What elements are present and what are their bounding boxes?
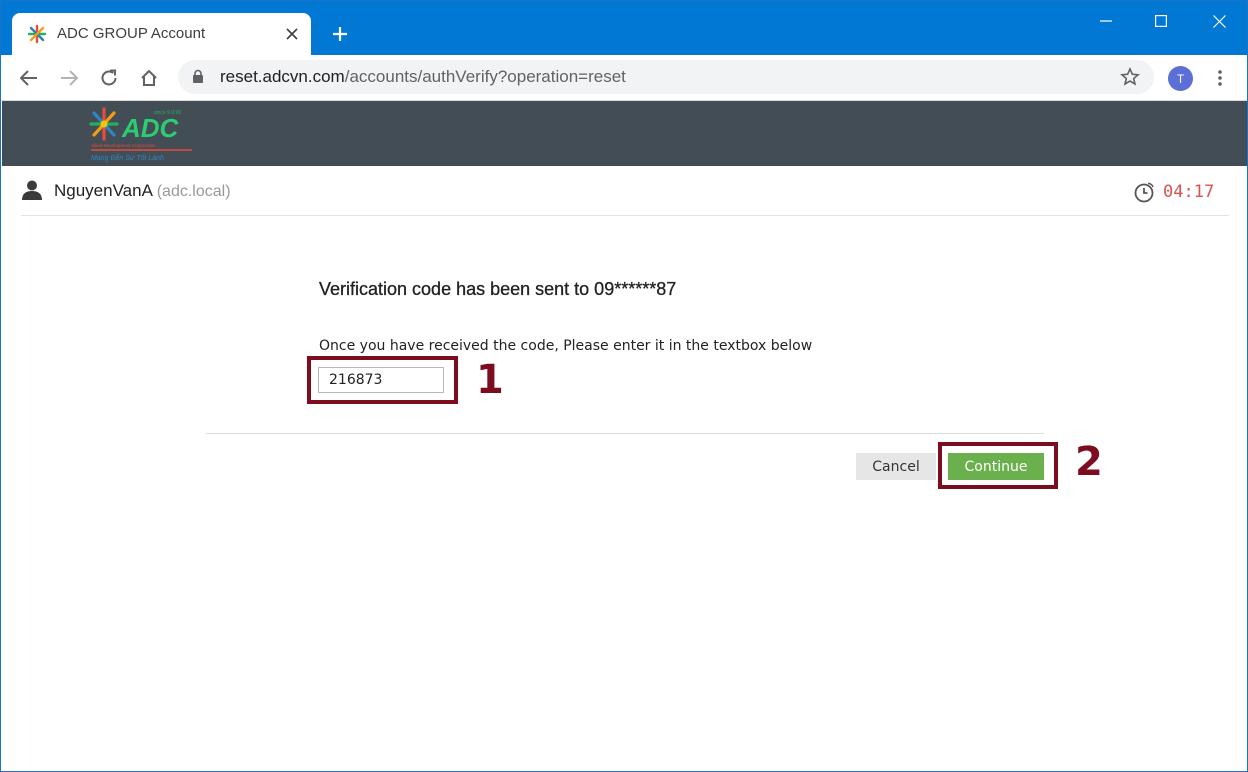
profile-avatar[interactable]: T [1168, 66, 1193, 91]
new-tab-icon[interactable] [326, 20, 354, 48]
browser-toolbar: reset.adcvn.com/accounts/authVerify?oper… [1, 55, 1247, 101]
tab-title: ADC GROUP Account [57, 25, 206, 42]
divider [206, 433, 1044, 434]
continue-button[interactable]: Continue [948, 453, 1044, 480]
step-2-label: 2 [1075, 439, 1103, 485]
svg-text:Mang Đến Sự Tốt Lành: Mang Đến Sự Tốt Lành [91, 154, 164, 162]
close-window-icon[interactable] [1196, 7, 1242, 35]
back-icon[interactable] [14, 63, 44, 93]
url-host: reset.adcvn.com [220, 67, 345, 86]
username: NguyenVanA [54, 181, 152, 200]
maximize-icon[interactable] [1138, 7, 1184, 35]
url-text: reset.adcvn.com/accounts/authVerify?oper… [220, 67, 626, 87]
svg-text:Allied Development Corporation: Allied Development Corporation [91, 143, 156, 148]
url-path: /accounts/authVerify?operation=reset [344, 67, 626, 86]
user-icon [22, 180, 42, 200]
bookmark-star-icon[interactable] [1120, 67, 1140, 87]
verification-code-input[interactable] [318, 367, 444, 393]
close-tab-icon[interactable] [282, 24, 302, 44]
verification-heading: Verification code has been sent to 09***… [319, 279, 677, 299]
verification-instruction: Once you have received the code, Please … [319, 338, 813, 354]
adc-favicon-icon [27, 24, 47, 44]
browser-window: ADC GROUP Account reset.adcvn.com/accoun… [0, 0, 1248, 772]
user-bar: NguyenVanA (adc.local) 04:17 [21, 166, 1229, 216]
forward-icon[interactable] [54, 63, 84, 93]
countdown-timer: 04:17 [1163, 182, 1215, 202]
cancel-button[interactable]: Cancel [856, 453, 936, 480]
svg-text:ADC: ADC [121, 113, 180, 143]
browser-tab[interactable]: ADC GROUP Account [12, 13, 311, 55]
minimize-icon[interactable] [1083, 7, 1129, 35]
user-domain: (adc.local) [156, 183, 231, 200]
clock-icon [1134, 182, 1154, 203]
lock-icon [193, 69, 203, 83]
step-1-label: 1 [476, 357, 504, 403]
address-bar[interactable]: reset.adcvn.com/accounts/authVerify?oper… [178, 60, 1154, 94]
tab-strip: ADC GROUP Account [1, 1, 1247, 55]
adc-logo[interactable]: since 9.9.99 ADC Allied Development Corp… [88, 104, 198, 164]
username-label: NguyenVanA (adc.local) [54, 181, 231, 201]
site-header: since 9.9.99 ADC Allied Development Corp… [2, 101, 1247, 166]
kebab-menu-icon[interactable] [1208, 66, 1232, 90]
reload-icon[interactable] [94, 63, 124, 93]
home-icon[interactable] [134, 63, 164, 93]
